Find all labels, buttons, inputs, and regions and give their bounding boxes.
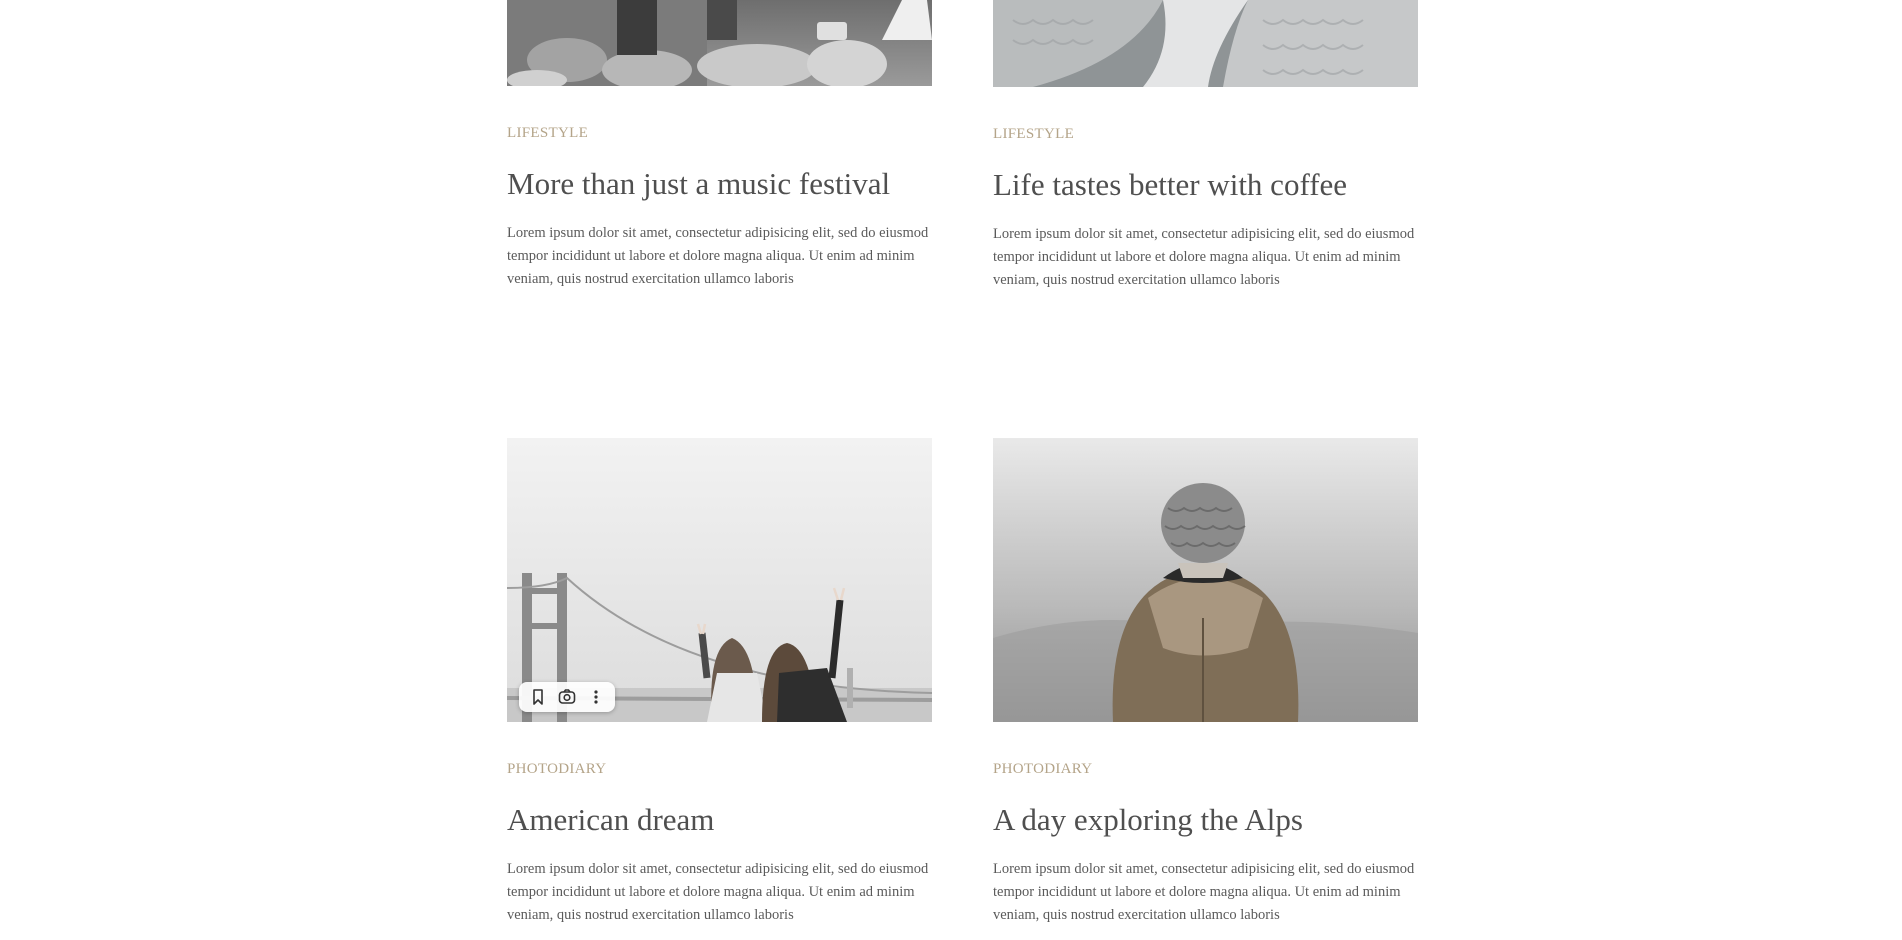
post-card-coffee[interactable]: LIFESTYLE Life tastes better with coffee… xyxy=(993,0,1418,288)
post-image-concert-crowd[interactable] xyxy=(507,0,932,86)
post-card-american-dream[interactable]: PHOTODIARY American dream Lorem ipsum do… xyxy=(507,438,932,923)
blog-post-grid: LIFESTYLE More than just a music festiva… xyxy=(0,0,1902,940)
post-excerpt: Lorem ipsum dolor sit amet, consectetur … xyxy=(507,861,929,923)
post-title[interactable]: More than just a music festival xyxy=(507,166,890,202)
post-excerpt: Lorem ipsum dolor sit amet, consectetur … xyxy=(507,225,929,287)
bookmark-icon[interactable] xyxy=(525,684,551,710)
post-title[interactable]: Life tastes better with coffee xyxy=(993,167,1347,203)
post-excerpt: Lorem ipsum dolor sit amet, consectetur … xyxy=(993,226,1415,288)
post-title[interactable]: A day exploring the Alps xyxy=(993,802,1303,838)
post-category[interactable]: PHOTODIARY xyxy=(507,761,606,778)
more-vertical-icon[interactable] xyxy=(583,684,609,710)
post-image-golden-gate[interactable] xyxy=(507,438,932,722)
lens-search-icon[interactable] xyxy=(554,684,580,710)
post-category[interactable]: PHOTODIARY xyxy=(993,761,1092,778)
post-category[interactable]: LIFESTYLE xyxy=(507,125,588,142)
post-image-knit-sweater[interactable] xyxy=(993,0,1418,87)
post-card-alps[interactable]: PHOTODIARY A day exploring the Alps Lore… xyxy=(993,438,1418,923)
post-title[interactable]: American dream xyxy=(507,802,714,838)
post-category[interactable]: LIFESTYLE xyxy=(993,126,1074,143)
post-card-music-festival[interactable]: LIFESTYLE More than just a music festiva… xyxy=(507,0,932,287)
post-image-hiker-in-fog[interactable] xyxy=(993,438,1418,722)
post-excerpt: Lorem ipsum dolor sit amet, consectetur … xyxy=(993,861,1415,923)
image-action-toolbar xyxy=(519,682,615,712)
